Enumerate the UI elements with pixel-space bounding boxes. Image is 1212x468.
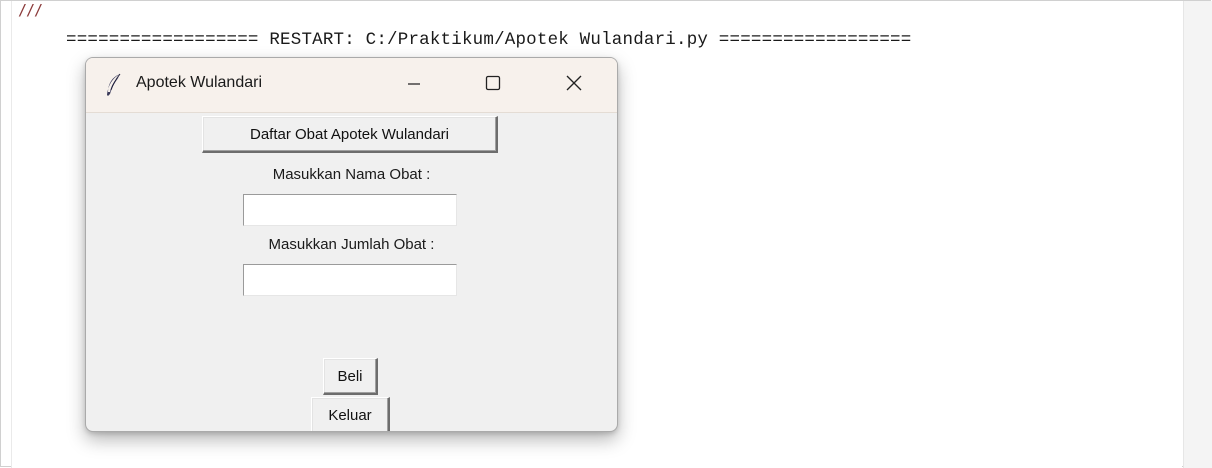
daftar-obat-button[interactable]: Daftar Obat Apotek Wulandari: [202, 116, 498, 153]
beli-button[interactable]: Beli: [323, 358, 378, 395]
prompt-marks: ///: [18, 1, 43, 19]
nama-obat-input[interactable]: [243, 194, 457, 226]
window-content: Daftar Obat Apotek Wulandari Masukkan Na…: [86, 113, 617, 431]
jumlah-obat-input[interactable]: [243, 264, 457, 296]
minimize-button[interactable]: [391, 67, 437, 103]
restart-line: ================== RESTART: C:/Praktikum…: [66, 30, 912, 50]
nama-obat-label: Masukkan Nama Obat :: [272, 166, 431, 183]
feather-icon: [104, 73, 124, 97]
maximize-icon: [485, 75, 501, 95]
maximize-button[interactable]: [470, 67, 516, 103]
shell-gutter: ///: [11, 1, 65, 468]
window-titlebar[interactable]: Apotek Wulandari: [86, 58, 617, 113]
close-button[interactable]: [551, 67, 597, 103]
vertical-scrollbar[interactable]: [1183, 1, 1212, 468]
close-icon: [565, 74, 583, 96]
keluar-button[interactable]: Keluar: [311, 397, 390, 431]
window-title: Apotek Wulandari: [136, 74, 262, 91]
jumlah-obat-label: Masukkan Jumlah Obat :: [268, 236, 435, 253]
apotek-window: Apotek Wulandari Daftar Obat Apotek Wula…: [85, 57, 618, 432]
minimize-icon: [406, 75, 422, 95]
